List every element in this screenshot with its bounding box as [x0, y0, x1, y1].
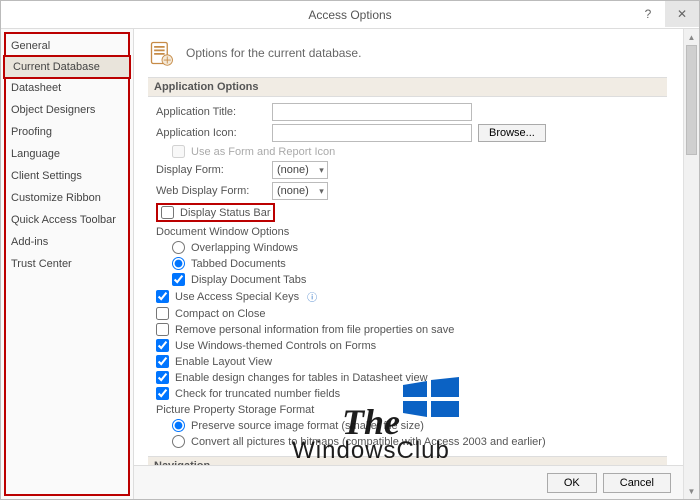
label-app-icon: Application Icon: — [156, 127, 266, 139]
checkbox-special-keys[interactable]: Use Access Special Keysⓘ — [156, 289, 317, 304]
select-display-form[interactable]: (none) — [272, 161, 328, 179]
cancel-button[interactable]: Cancel — [603, 473, 671, 493]
checkbox-use-as-icon: Use as Form and Report Icon — [172, 145, 335, 158]
sidebar-item-current-database[interactable]: Current Database — [3, 55, 131, 79]
scroll-thumb[interactable] — [686, 45, 697, 155]
label-app-title: Application Title: — [156, 106, 266, 118]
subhead-pic-storage: Picture Property Storage Format — [156, 404, 667, 416]
sidebar-item-language[interactable]: Language — [1, 143, 133, 165]
checkbox-design-changes[interactable]: Enable design changes for tables in Data… — [156, 371, 428, 384]
label-web-display-form: Web Display Form: — [156, 185, 266, 197]
close-icon[interactable]: ✕ — [665, 1, 699, 27]
highlight-status-bar: Display Status Bar — [156, 203, 275, 222]
window-controls: ? ✕ — [631, 1, 699, 27]
ok-button[interactable]: OK — [547, 473, 597, 493]
checkbox-compact[interactable]: Compact on Close — [156, 307, 266, 320]
select-web-display-form[interactable]: (none) — [272, 182, 328, 200]
checkbox-display-tabs[interactable]: Display Document Tabs — [172, 273, 306, 286]
main-content: Options for the current database. Applic… — [134, 29, 683, 465]
info-icon[interactable]: ⓘ — [307, 289, 317, 304]
vertical-scrollbar[interactable]: ▲ ▼ — [683, 29, 699, 499]
titlebar: Access Options ? ✕ — [1, 1, 699, 29]
radio-overlapping[interactable]: Overlapping Windows — [172, 241, 298, 254]
checkbox-windows-themed[interactable]: Use Windows-themed Controls on Forms — [156, 339, 376, 352]
category-sidebar: General Current Database Datasheet Objec… — [1, 29, 134, 499]
label-display-form: Display Form: — [156, 164, 266, 176]
options-dialog: Access Options ? ✕ General Current Datab… — [0, 0, 700, 500]
sidebar-item-addins[interactable]: Add-ins — [1, 231, 133, 253]
scroll-down-icon[interactable]: ▼ — [684, 483, 699, 499]
radio-preserve-source[interactable]: Preserve source image format (smaller fi… — [172, 419, 424, 432]
sidebar-item-object-designers[interactable]: Object Designers — [1, 99, 133, 121]
section-application-options: Application Options — [148, 77, 667, 97]
main-panel: Options for the current database. Applic… — [134, 29, 683, 499]
checkbox-display-status-bar[interactable]: Display Status Bar — [161, 206, 270, 219]
radio-tabbed[interactable]: Tabbed Documents — [172, 257, 286, 270]
sidebar-item-general[interactable]: General — [1, 35, 133, 57]
dialog-body: General Current Database Datasheet Objec… — [1, 29, 699, 499]
sidebar-item-proofing[interactable]: Proofing — [1, 121, 133, 143]
scroll-up-icon[interactable]: ▲ — [684, 29, 699, 45]
checkbox-remove-personal[interactable]: Remove personal information from file pr… — [156, 323, 454, 336]
page-description: Options for the current database. — [186, 46, 361, 60]
sidebar-item-trust-center[interactable]: Trust Center — [1, 253, 133, 275]
page-header: Options for the current database. — [148, 39, 667, 67]
radio-convert-all[interactable]: Convert all pictures to bitmaps (compati… — [172, 435, 546, 448]
checkbox-layout-view[interactable]: Enable Layout View — [156, 355, 272, 368]
sidebar-item-customize-ribbon[interactable]: Customize Ribbon — [1, 187, 133, 209]
sidebar-item-quick-access-toolbar[interactable]: Quick Access Toolbar — [1, 209, 133, 231]
main-area: Options for the current database. Applic… — [134, 29, 699, 499]
section-navigation: Navigation — [148, 456, 667, 465]
checkbox-truncated[interactable]: Check for truncated number fields — [156, 387, 340, 400]
help-icon[interactable]: ? — [631, 1, 665, 27]
sidebar-item-client-settings[interactable]: Client Settings — [1, 165, 133, 187]
scroll-track[interactable] — [684, 45, 699, 483]
input-app-title[interactable] — [272, 103, 472, 121]
browse-button[interactable]: Browse... — [478, 124, 546, 142]
window-title: Access Options — [308, 8, 391, 22]
subhead-doc-window: Document Window Options — [156, 226, 667, 238]
input-app-icon[interactable] — [272, 124, 472, 142]
dialog-footer: OK Cancel — [134, 465, 683, 499]
database-options-icon — [148, 39, 176, 67]
sidebar-item-datasheet[interactable]: Datasheet — [1, 77, 133, 99]
